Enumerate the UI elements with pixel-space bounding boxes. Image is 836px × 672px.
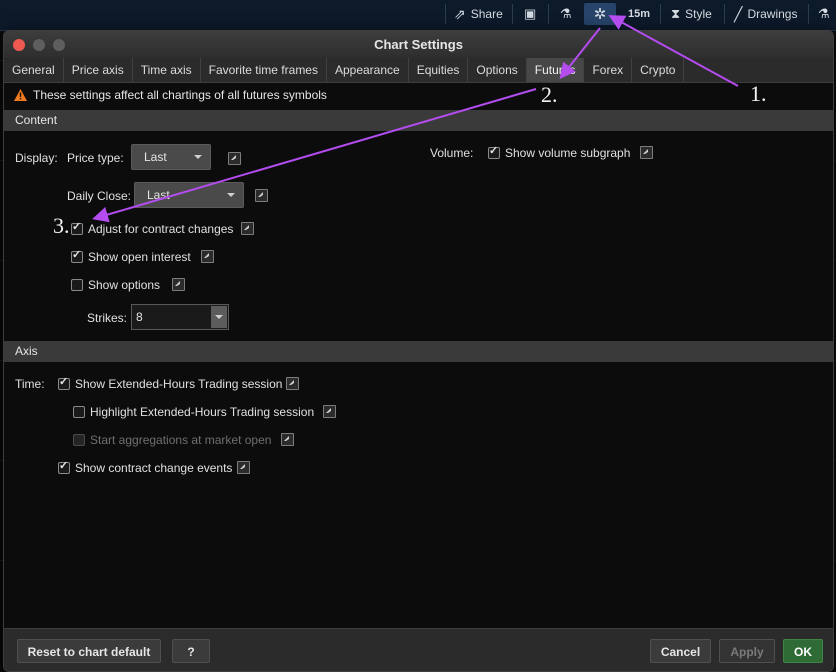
tab-general[interactable]: General [4,58,64,82]
tab-price-axis[interactable]: Price axis [64,58,133,82]
pin-icon[interactable] [241,222,254,235]
show-volume-subgraph-label: Show volume subgraph [505,146,631,160]
daily-close-label: Daily Close: [67,189,132,203]
pin-icon[interactable] [201,250,214,263]
volume-label: Volume: [430,146,474,160]
flask-icon: ⚗ [818,6,830,21]
tab-forex[interactable]: Forex [584,58,633,82]
flask-icon: ⚗ [560,6,572,21]
snapshot-button[interactable]: ▣ [518,3,542,25]
strikes-label: Strikes: [87,311,128,325]
highlight-extended-hours-label: Highlight Extended-Hours Trading session [90,405,315,419]
adjust-contract-changes-label: Adjust for contract changes [88,222,234,236]
price-type-value: Last [144,150,167,164]
pin-icon[interactable] [281,433,294,446]
start-aggregations-label: Start aggregations at market open [90,433,272,447]
chart-settings-button[interactable]: ✲ [584,3,616,25]
show-extended-hours-label: Show Extended-Hours Trading session [75,377,283,391]
pin-icon[interactable] [286,377,299,390]
studies-flask-button[interactable]: ⚗ [812,3,836,25]
show-volume-subgraph-checkbox[interactable] [488,144,500,159]
pin-icon[interactable] [255,189,268,202]
style-label: Style [685,7,712,21]
dialog-title: Chart Settings [374,37,463,52]
show-contract-change-events-checkbox[interactable] [58,459,70,474]
tab-crypto[interactable]: Crypto [632,58,685,82]
strikes-value: 8 [136,310,143,324]
warning-icon [14,89,27,101]
ok-button[interactable]: OK [783,639,823,663]
chevron-down-icon [194,155,202,159]
show-options-checkbox[interactable] [71,279,83,291]
tab-options[interactable]: Options [468,58,527,82]
highlight-extended-hours-checkbox[interactable] [73,406,85,418]
show-options-label: Show options [88,278,161,292]
notice-text: These settings affect all chartings of a… [33,88,327,102]
show-contract-change-events-label: Show contract change events [75,461,233,475]
annotation-step-2: 2. [541,82,558,107]
style-button[interactable]: ⧗ Style [665,3,718,25]
daily-close-value: Last [147,188,170,202]
start-aggregations-checkbox[interactable] [73,434,85,446]
tab-futures[interactable]: Futures [526,58,585,82]
futures-notice: These settings affect all chartings of a… [14,88,327,102]
show-extended-hours-checkbox[interactable] [58,375,70,390]
candlestick-icon: ⧗ [671,6,681,21]
pin-icon[interactable] [228,152,241,165]
chevron-down-icon[interactable] [211,306,227,328]
axis-section-header: Axis [4,341,833,362]
dialog-footer: Reset to chart default ? Cancel Apply OK [4,628,833,671]
strikes-stepper[interactable]: 8 [131,304,229,330]
show-open-interest-label: Show open interest [88,250,191,264]
snapshot-icon: ▣ [524,6,537,21]
tab-time-axis[interactable]: Time axis [133,58,201,82]
pin-icon[interactable] [172,278,185,291]
annotation-step-3: 3. [53,213,70,238]
gear-icon: ✲ [593,6,607,23]
timeframe-label: 15m [628,8,651,20]
app-toolbar: ⇗ Share ▣ ⚗ ✲ 15m ⧗ Style ╱ Drawings ⚗ [0,0,836,31]
share-button[interactable]: ⇗ Share [448,3,509,25]
daily-close-dropdown[interactable]: Last [134,182,244,208]
display-label: Display: [15,151,58,165]
tab-appearance[interactable]: Appearance [327,58,409,82]
settings-tabs: General Price axis Time axis Favorite ti… [4,58,833,83]
chart-settings-dialog: Chart Settings General Price axis Time a… [3,30,834,672]
pin-icon[interactable] [640,146,653,159]
pencil-line-icon: ╱ [734,5,743,22]
pin-icon[interactable] [237,461,250,474]
reset-to-default-button[interactable]: Reset to chart default [17,639,161,663]
time-label: Time: [15,377,45,391]
tab-favorite-time-frames[interactable]: Favorite time frames [201,58,327,82]
price-type-dropdown[interactable]: Last [131,144,211,170]
tab-equities[interactable]: Equities [409,58,469,82]
cancel-button[interactable]: Cancel [650,639,711,663]
help-button[interactable]: ? [172,639,210,663]
studies-button[interactable]: ⚗ [554,3,578,25]
drawings-button[interactable]: ╱ Drawings [728,3,803,25]
annotation-step-1: 1. [750,81,767,106]
adjust-contract-changes-checkbox[interactable] [71,220,83,235]
timeframe-button[interactable]: 15m [622,3,656,25]
share-label: Share [470,7,503,21]
drawings-label: Drawings [747,7,798,21]
show-open-interest-checkbox[interactable] [71,248,83,263]
chevron-down-icon [227,193,235,197]
apply-button[interactable]: Apply [719,639,775,663]
title-bar: Chart Settings [4,31,833,59]
price-type-label: Price type: [67,151,124,165]
share-icon: ⇗ [454,5,466,22]
pin-icon[interactable] [323,405,336,418]
content-section-header: Content [4,110,833,131]
